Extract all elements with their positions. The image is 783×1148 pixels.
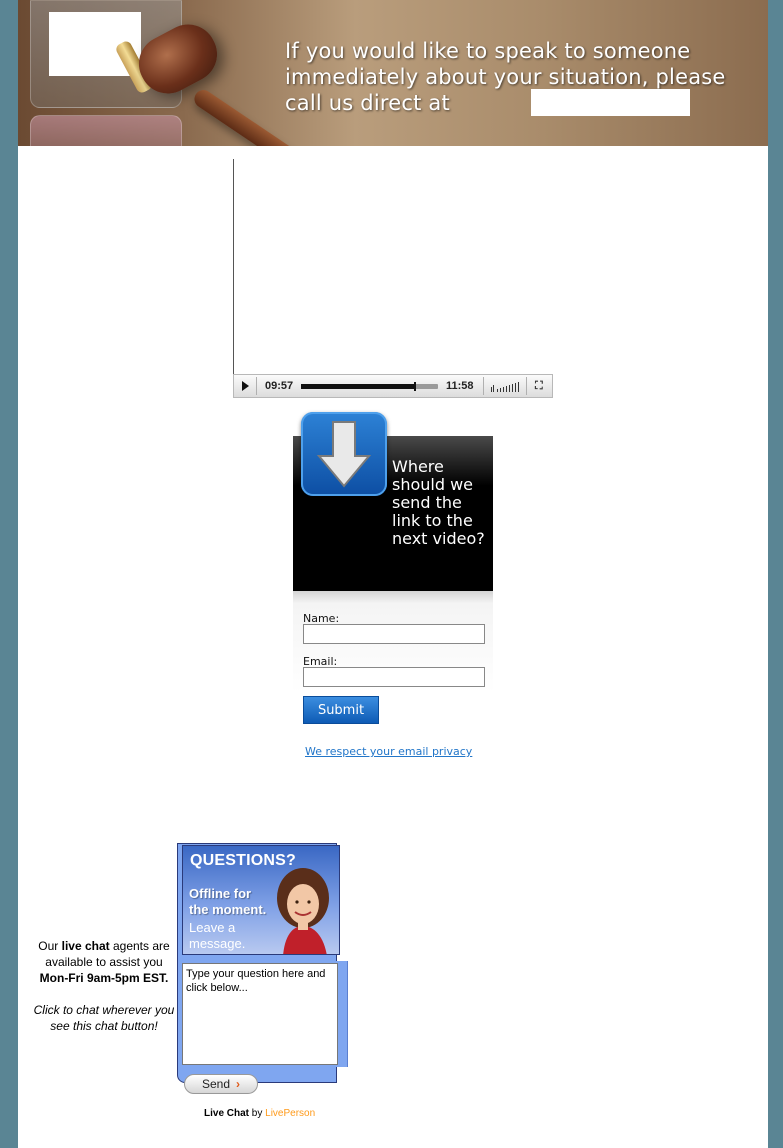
video-screen[interactable]: [233, 159, 553, 374]
down-arrow-icon: [301, 412, 387, 496]
control-divider: [526, 377, 527, 395]
page-content: If you would like to speak to someone im…: [18, 0, 768, 1148]
live-chat-note: Our live chat agents are available to as…: [28, 938, 180, 1034]
seek-bar[interactable]: [301, 382, 438, 391]
total-time: 11:58: [446, 380, 474, 392]
video-controls: 09:57 11:58 ⛶: [233, 374, 553, 398]
chevron-right-icon: ›: [236, 1077, 241, 1091]
phone-number-placeholder: [531, 89, 690, 116]
control-divider: [483, 377, 484, 395]
name-input[interactable]: [303, 624, 485, 644]
chat-question-input[interactable]: [182, 963, 338, 1065]
seek-bar-fill: [301, 384, 415, 389]
live-chat-widget: QUESTIONS? Offline for the moment. Leave…: [177, 843, 348, 1099]
chat-banner[interactable]: QUESTIONS? Offline for the moment. Leave…: [182, 845, 340, 955]
optin-box: Where should we send the link to the nex…: [293, 412, 493, 732]
privacy-link[interactable]: We respect your email privacy: [305, 745, 505, 758]
send-label: Send: [201, 1077, 231, 1091]
video-player[interactable]: 09:57 11:58 ⛶: [233, 159, 553, 399]
email-input[interactable]: [303, 667, 485, 687]
play-icon[interactable]: [242, 381, 249, 391]
chat-offline-text: Offline for the moment.: [189, 886, 267, 917]
fullscreen-icon[interactable]: ⛶: [535, 381, 545, 392]
optin-heading: Where should we send the link to the nex…: [392, 457, 485, 548]
submit-button[interactable]: Submit: [303, 696, 379, 724]
header-banner: If you would like to speak to someone im…: [18, 0, 768, 146]
chat-instructions: Click to chat wherever you see this chat…: [33, 1003, 175, 1033]
liveperson-link[interactable]: LivePerson: [265, 1108, 315, 1119]
current-time: 09:57: [265, 380, 294, 392]
send-button[interactable]: Send ›: [184, 1074, 258, 1094]
live-chat-bold: live chat: [61, 939, 110, 953]
agent-photo: [277, 868, 329, 954]
chat-availability-text: Our live chat agents are available to as…: [38, 939, 170, 969]
chat-leave-message-text: Leave a message.: [189, 920, 246, 951]
banner-panel-lower: [30, 115, 182, 146]
control-divider: [256, 377, 257, 395]
seek-bar-handle[interactable]: [413, 382, 416, 391]
live-chat-credit: Live Chat by LivePerson: [204, 1108, 316, 1119]
chat-hours: Mon-Fri 9am-5pm EST.: [39, 971, 169, 985]
volume-icon[interactable]: [491, 381, 521, 392]
